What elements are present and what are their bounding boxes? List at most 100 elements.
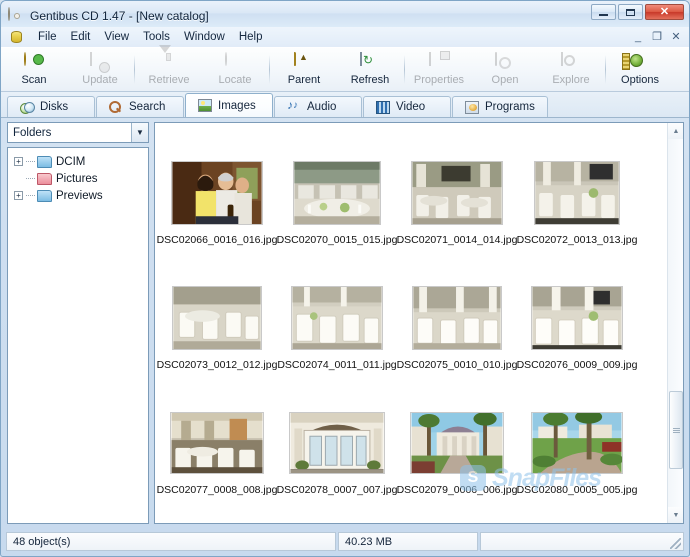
tree-item-dcim[interactable]: + DCIM (12, 153, 144, 170)
thumbnail-item[interactable]: DSC02078_0007_007.jpg (277, 373, 397, 498)
toolbar-button-retrieve[interactable]: Retrieve (136, 45, 202, 91)
tab-programs[interactable]: Programs (452, 96, 548, 117)
tab-images[interactable]: Images (185, 93, 273, 117)
toolbar-button-options[interactable]: Options (607, 48, 673, 91)
thumbnail-item[interactable] (157, 498, 277, 523)
thumbnail-item[interactable]: DSC02076_0009_009.jpg (517, 248, 637, 373)
tab-disks[interactable]: Disks (7, 96, 95, 117)
update-icon (90, 52, 110, 73)
menu-item-edit[interactable]: Edit (64, 29, 98, 45)
tab-audio[interactable]: Audio (274, 96, 362, 117)
window-title: Gentibus CD 1.47 - [New catalog] (30, 9, 209, 23)
folder-view-dropdown[interactable]: Folders ▼ (7, 122, 149, 143)
refresh-icon (360, 52, 380, 73)
thumbnail-image[interactable] (169, 282, 266, 354)
thumbnail-item[interactable]: DSC02072_0013_013.jpg (517, 123, 637, 248)
menu-item-help[interactable]: Help (232, 29, 270, 45)
maximize-button[interactable] (618, 4, 643, 20)
folder-tree[interactable]: + DCIM Pictures + Previews (7, 147, 149, 524)
scrollbar-thumb[interactable] (669, 391, 683, 469)
status-bar: 48 object(s) 40.23 MB (6, 532, 684, 551)
scroll-up-arrow-icon[interactable]: ▲ (668, 123, 683, 139)
thumbnail-item[interactable]: DSC02080_0005_005.jpg (517, 373, 637, 498)
expander-icon[interactable]: + (14, 157, 23, 166)
retrieve-icon (159, 45, 179, 73)
toolbar-button-locate[interactable]: Locate (202, 48, 268, 91)
expander-icon[interactable]: + (14, 191, 23, 200)
toolbar-separator (134, 55, 135, 84)
toolbar-button-open[interactable]: Open (472, 48, 538, 91)
thumbnail-image[interactable] (289, 282, 386, 354)
scroll-down-arrow-icon[interactable]: ▼ (668, 507, 683, 523)
thumbnail-filename: DSC02071_0014_014.jpg (396, 234, 518, 246)
thumbnail-image[interactable] (289, 407, 386, 479)
thumbnail-filename: DSC02074_0011_011.jpg (277, 359, 397, 371)
thumbnail-image[interactable] (529, 157, 626, 229)
scan-icon (24, 52, 44, 73)
menu-item-file[interactable]: File (31, 29, 64, 45)
thumbnail-item[interactable]: DSC02070_0015_015.jpg (277, 123, 397, 248)
tab-video[interactable]: Video (363, 96, 451, 117)
thumbnail-image[interactable] (409, 407, 506, 479)
chevron-down-icon[interactable]: ▼ (131, 123, 148, 142)
thumbnail-item[interactable]: DSC02073_0012_012.jpg (157, 248, 277, 373)
toolbar-button-update[interactable]: Update (67, 48, 133, 91)
thumbnail-image[interactable] (169, 157, 266, 229)
window-controls: ✕ (591, 4, 684, 20)
folder-icon (37, 155, 52, 168)
thumbnail-image[interactable] (409, 157, 506, 229)
thumbnail-item[interactable] (517, 498, 637, 523)
menu-item-window[interactable]: Window (177, 29, 232, 45)
thumbnail-image[interactable] (529, 282, 626, 354)
close-button[interactable]: ✕ (645, 4, 684, 20)
thumbnail-image[interactable] (529, 407, 626, 479)
mdi-restore-button[interactable]: ❐ (648, 28, 666, 45)
menu-item-tools[interactable]: Tools (136, 29, 177, 45)
mdi-window-controls: _ ❐ ✕ (629, 28, 685, 45)
thumbnail-item[interactable]: DSC02071_0014_014.jpg (397, 123, 517, 248)
thumbnail-image[interactable] (409, 282, 506, 354)
search-icon (109, 100, 123, 114)
content-area: Folders ▼ + DCIM Pictures + Previews DSC… (1, 118, 689, 524)
thumbnail-item[interactable]: DSC02066_0016_016.jpg (157, 123, 277, 248)
tree-item-pictures[interactable]: Pictures (12, 170, 144, 187)
toolbar-label-explore: Explore (552, 74, 590, 86)
toolbar-button-properties[interactable]: Properties (406, 48, 472, 91)
tab-search[interactable]: Search (96, 96, 184, 117)
tree-item-previews[interactable]: + Previews (12, 187, 144, 204)
thumbnail-row: DSC02066_0016_016.jpg DSC02070_0015_015.… (157, 123, 665, 248)
tree-connector (26, 195, 35, 196)
toolbar-label-scan: Scan (21, 74, 47, 86)
tree-connector (26, 161, 35, 162)
minimize-button[interactable] (591, 4, 616, 20)
menu-bar: File Edit View Tools Window Help _ ❐ ✕ (1, 27, 689, 47)
status-extra-panel (480, 532, 684, 551)
thumbnail-item[interactable]: DSC02077_0008_008.jpg (157, 373, 277, 498)
tab-label-video: Video (396, 101, 426, 113)
programs-icon (465, 100, 479, 114)
mdi-minimize-button[interactable]: _ (629, 28, 647, 45)
thumbnail-item[interactable]: DSC02074_0011_011.jpg (277, 248, 397, 373)
explore-icon (561, 52, 581, 73)
vertical-scrollbar[interactable]: ▲ ▼ (667, 123, 683, 523)
thumbnail-item[interactable] (277, 498, 397, 523)
thumbnail-item[interactable]: DSC02075_0010_010.jpg (397, 248, 517, 373)
toolbar-button-scan[interactable]: Scan (1, 48, 67, 91)
toolbar-button-refresh[interactable]: Refresh (337, 48, 403, 91)
thumbnail-pane[interactable]: DSC02066_0016_016.jpg DSC02070_0015_015.… (154, 122, 684, 524)
toolbar-button-parent[interactable]: Parent (271, 48, 337, 91)
thumbnail-item[interactable]: DSC02079_0006_006.jpg (397, 373, 517, 498)
menu-item-view[interactable]: View (97, 29, 136, 45)
thumbnail-filename: DSC02073_0012_012.jpg (156, 359, 278, 371)
main-toolbar: Scan Update Retrieve Locate Parent Refre… (1, 45, 689, 92)
toolbar-button-explore[interactable]: Explore (538, 48, 604, 91)
thumbnail-item[interactable] (397, 498, 517, 523)
thumbnail-filename: DSC02066_0016_016.jpg (156, 234, 278, 246)
title-bar: Gentibus CD 1.47 - [New catalog] ✕ (1, 1, 689, 27)
resize-grip-icon[interactable] (670, 538, 681, 549)
thumbnail-image[interactable] (169, 407, 266, 479)
mdi-close-button[interactable]: ✕ (667, 28, 685, 45)
thumbnail-image[interactable] (289, 157, 386, 229)
left-pane: Folders ▼ + DCIM Pictures + Previews (7, 122, 149, 524)
toolbar-label-properties: Properties (413, 74, 465, 86)
